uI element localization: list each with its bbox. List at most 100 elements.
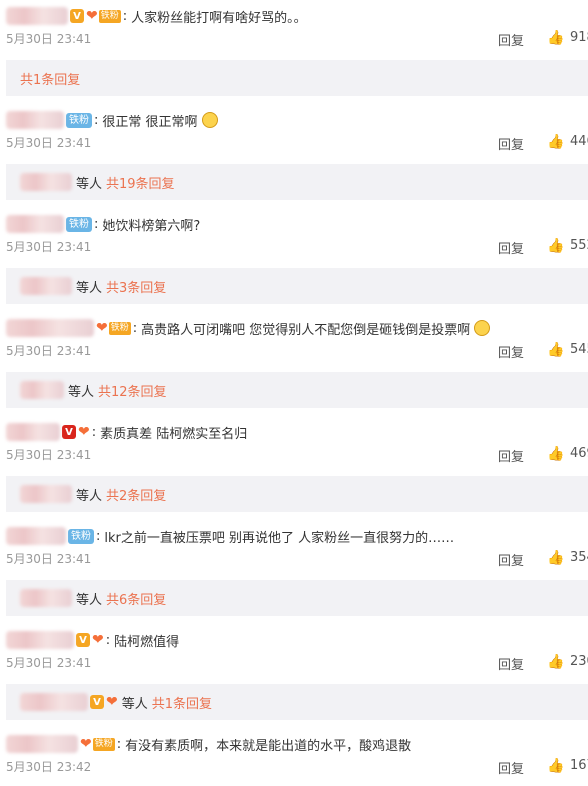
comment-meta: 5月30日 23:42 回复 👍 167 (6, 758, 588, 777)
username-blurred[interactable] (6, 111, 64, 129)
comment-time: 5月30日 23:41 (6, 240, 92, 254)
reply-etc: 等人 (121, 696, 148, 712)
comment-text: 她饮料榜第六啊? (102, 218, 201, 234)
like-count: 354 (570, 550, 588, 565)
comment-item: V ❤ : 素质真差 陆柯燃实至名归 5月30日 23:41 回复 👍 469 (0, 422, 588, 465)
colon: : (94, 112, 99, 128)
colon: : (122, 8, 128, 24)
reply-summary-bar[interactable]: 等人 共12条回复 (6, 372, 588, 408)
reply-button[interactable]: 回复 (498, 238, 524, 257)
username-blurred[interactable] (6, 631, 74, 649)
comment-meta: 5月30日 23:41 回复 👍 552 (6, 238, 588, 257)
colon: : (96, 528, 101, 544)
replier-blurred (20, 173, 72, 191)
comment-header: V ❤ 铁粉 : 人家粉丝能打啊有啥好骂的。。 (6, 6, 307, 26)
reply-button[interactable]: 回复 (498, 654, 524, 673)
replier-blurred (20, 381, 64, 399)
username-blurred[interactable] (6, 735, 78, 753)
comment-meta: 5月30日 23:41 回复 👍 230 (6, 654, 588, 673)
comment-item: V ❤ : 陆柯燃值得 5月30日 23:41 回复 👍 230 (0, 630, 588, 673)
comment-text: 高贵路人可闭嘴吧 您觉得别人不配您倒是砸钱倒是投票啊 (141, 322, 471, 338)
thumbs-up-icon[interactable]: 👍 (547, 30, 565, 46)
comment-item: ❤ 铁粉 : 高贵路人可闭嘴吧 您觉得别人不配您倒是砸钱倒是投票啊 5月30日 … (0, 318, 588, 361)
replier-blurred (20, 693, 88, 711)
thumbs-up-icon[interactable]: 👍 (547, 342, 565, 358)
reply-count-link[interactable]: 共3条回复 (106, 277, 166, 296)
like-count: 552 (570, 238, 588, 253)
emoji-icon (474, 320, 491, 336)
reply-summary-bar[interactable]: 等人 共19条回复 (6, 164, 588, 200)
reply-count-link[interactable]: 共6条回复 (106, 589, 166, 608)
thumbs-up-icon[interactable]: 👍 (547, 238, 565, 254)
reply-button[interactable]: 回复 (498, 446, 524, 465)
heart-fan-icon: ❤ (78, 424, 90, 440)
verified-v-icon: V (70, 9, 84, 23)
reply-summary-bar[interactable]: 等人 共3条回复 (6, 268, 588, 304)
fan-badge: 铁粉 (66, 112, 92, 128)
replier-blurred (20, 589, 72, 607)
thumbs-up-icon[interactable]: 👍 (547, 134, 565, 150)
like-count: 918 (570, 30, 588, 45)
replier-blurred (20, 485, 72, 503)
thumbs-up-icon[interactable]: 👍 (547, 550, 565, 566)
comment-item: ❤ 铁粉 : 有没有素质啊，本来就是能出道的水平，酸鸡退散 5月30日 23:4… (0, 734, 588, 777)
colon: : (91, 424, 97, 440)
reply-count-link[interactable]: 共2条回复 (106, 485, 166, 504)
username-blurred[interactable] (6, 527, 66, 545)
username-blurred[interactable] (6, 319, 94, 337)
fan-badge: 铁粉 (68, 528, 94, 544)
comment-item: 铁粉 : 她饮料榜第六啊? 5月30日 23:41 回复 👍 552 (0, 214, 588, 257)
verified-v-icon: V (62, 425, 76, 439)
reply-summary-bar[interactable]: 等人 共2条回复 (6, 476, 588, 512)
reply-etc: 等人 (76, 488, 103, 504)
comment-text: 陆柯燃值得 (114, 634, 180, 650)
comment-header: V ❤ : 素质真差 陆柯燃实至名归 (6, 422, 247, 442)
comment-time: 5月30日 23:41 (6, 656, 92, 670)
reply-count-link[interactable]: 共12条回复 (98, 381, 167, 400)
thumbs-up-icon[interactable]: 👍 (547, 654, 565, 670)
comment-header: ❤ 铁粉 : 高贵路人可闭嘴吧 您觉得别人不配您倒是砸钱倒是投票啊 (6, 318, 491, 338)
username-blurred[interactable] (6, 423, 60, 441)
reply-button[interactable]: 回复 (498, 342, 524, 361)
comment-item: V ❤ 铁粉 : 人家粉丝能打啊有啥好骂的。。 5月30日 23:41 回复 👍… (0, 6, 588, 49)
username-blurred[interactable] (6, 7, 68, 25)
heart-fan-icon: ❤ (106, 694, 118, 710)
fan-badge: 铁粉 (98, 9, 121, 23)
comment-meta: 5月30日 23:41 回复 👍 469 (6, 446, 588, 465)
reply-count-link[interactable]: 共1条回复 (20, 69, 80, 88)
colon: : (132, 320, 138, 336)
reply-etc: 等人 (76, 280, 103, 296)
reply-button[interactable]: 回复 (498, 134, 524, 153)
comment-meta: 5月30日 23:41 回复 👍 354 (6, 550, 588, 569)
like-count: 469 (570, 446, 588, 461)
comment-text: 素质真差 陆柯燃实至名归 (100, 426, 248, 442)
comment-text: 有没有素质啊，本来就是能出道的水平，酸鸡退散 (125, 738, 412, 754)
comment-header: 铁粉 : lkr之前一直被压票吧 别再说他了 人家粉丝一直很努力的…… (6, 526, 454, 546)
colon: : (105, 632, 111, 648)
comment-header: 铁粉 : 她饮料榜第六啊? (6, 214, 200, 234)
reply-summary-bar[interactable]: 共1条回复 (6, 60, 588, 96)
reply-summary-bar[interactable]: 等人 共6条回复 (6, 580, 588, 616)
reply-summary-bar[interactable]: V ❤ 等人 共1条回复 (6, 684, 588, 720)
comment-time: 5月30日 23:41 (6, 552, 92, 566)
heart-fan-icon: ❤ (96, 320, 108, 336)
reply-count-link[interactable]: 共19条回复 (106, 173, 175, 192)
thumbs-up-icon[interactable]: 👍 (547, 758, 565, 774)
comment-header: V ❤ : 陆柯燃值得 (6, 630, 179, 650)
heart-fan-icon: ❤ (86, 8, 98, 24)
fan-badge: 铁粉 (108, 321, 131, 335)
thumbs-up-icon[interactable]: 👍 (547, 446, 565, 462)
emoji-icon (201, 112, 218, 128)
reply-button[interactable]: 回复 (498, 758, 524, 777)
username-blurred[interactable] (6, 215, 64, 233)
comment-text: 人家粉丝能打啊有啥好骂的。。 (131, 10, 307, 26)
replier-blurred (20, 277, 72, 295)
like-count: 446 (570, 134, 588, 149)
heart-fan-icon: ❤ (80, 736, 92, 752)
comment-meta: 5月30日 23:41 回复 👍 918 (6, 30, 588, 49)
comment-time: 5月30日 23:42 (6, 760, 92, 774)
reply-button[interactable]: 回复 (498, 550, 524, 569)
verified-v-icon: V (76, 633, 90, 647)
reply-count-link[interactable]: 共1条回复 (152, 693, 212, 712)
reply-button[interactable]: 回复 (498, 30, 524, 49)
